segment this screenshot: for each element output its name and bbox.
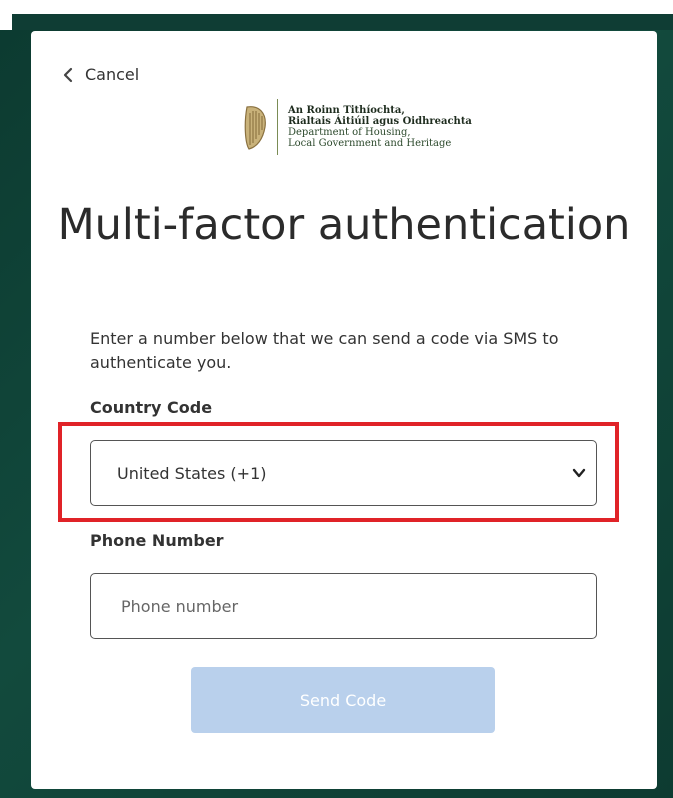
cancel-link[interactable]: Cancel (61, 65, 139, 84)
page-description: Enter a number below that we can send a … (90, 329, 559, 372)
mfa-card: Cancel An Roinn Tithíochta, Rialtais Áit… (31, 31, 657, 789)
logo-line-3: Department of Housing, (288, 127, 411, 138)
country-code-select[interactable]: United States (+1) (90, 440, 597, 506)
cancel-label: Cancel (85, 65, 140, 84)
logo-line-4: Local Government and Heritage (288, 138, 452, 149)
logo-divider (277, 99, 278, 155)
country-code-label: Country Code (90, 398, 213, 417)
send-code-button[interactable]: Send Code (191, 667, 495, 733)
logo-line-2: Rialtais Áitiúil agus Oidhreachta (288, 116, 472, 127)
page-title: Multi-factor authentication (57, 200, 631, 250)
chevron-left-icon (61, 67, 75, 83)
window-frame (0, 0, 673, 30)
phone-number-label: Phone Number (90, 531, 224, 550)
department-logo: An Roinn Tithíochta, Rialtais Áitiúil ag… (241, 99, 472, 155)
phone-number-input[interactable] (90, 573, 597, 639)
harp-icon (241, 103, 269, 151)
country-code-value: United States (+1) (117, 463, 267, 483)
logo-line-1: An Roinn Tithíochta, (288, 105, 405, 116)
chevron-down-icon (572, 466, 586, 480)
logo-text: An Roinn Tithíochta, Rialtais Áitiúil ag… (288, 105, 472, 149)
